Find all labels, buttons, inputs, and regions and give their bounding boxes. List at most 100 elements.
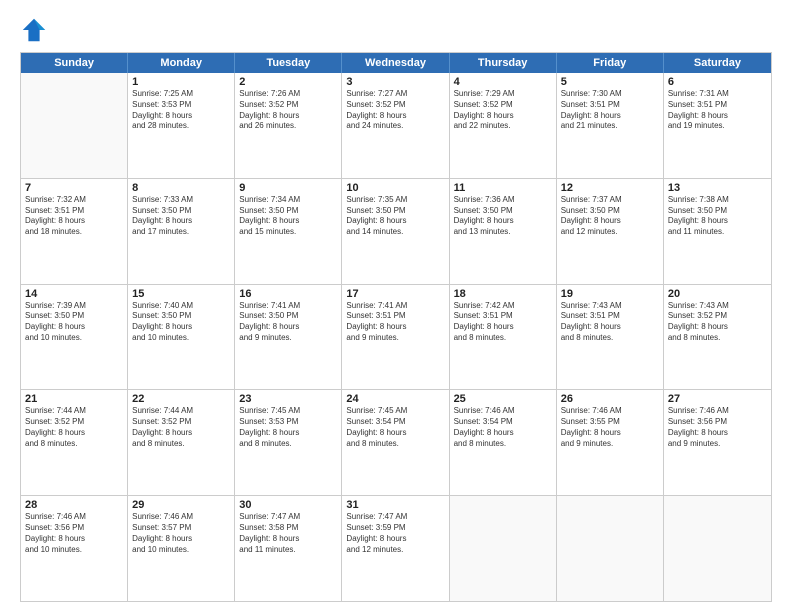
- day-info: Sunrise: 7:40 AM Sunset: 3:50 PM Dayligh…: [132, 301, 230, 344]
- calendar-row-3: 14Sunrise: 7:39 AM Sunset: 3:50 PM Dayli…: [21, 284, 771, 390]
- day-number: 4: [454, 76, 552, 88]
- day-info: Sunrise: 7:37 AM Sunset: 3:50 PM Dayligh…: [561, 195, 659, 238]
- day-info: Sunrise: 7:38 AM Sunset: 3:50 PM Dayligh…: [668, 195, 767, 238]
- day-info: Sunrise: 7:47 AM Sunset: 3:59 PM Dayligh…: [346, 512, 444, 555]
- day-info: Sunrise: 7:25 AM Sunset: 3:53 PM Dayligh…: [132, 89, 230, 132]
- day-info: Sunrise: 7:36 AM Sunset: 3:50 PM Dayligh…: [454, 195, 552, 238]
- calendar: SundayMondayTuesdayWednesdayThursdayFrid…: [20, 52, 772, 602]
- calendar-cell: 21Sunrise: 7:44 AM Sunset: 3:52 PM Dayli…: [21, 390, 128, 495]
- calendar-cell: 11Sunrise: 7:36 AM Sunset: 3:50 PM Dayli…: [450, 179, 557, 284]
- day-number: 23: [239, 393, 337, 405]
- header-day-monday: Monday: [128, 53, 235, 73]
- header-day-tuesday: Tuesday: [235, 53, 342, 73]
- calendar-cell: 29Sunrise: 7:46 AM Sunset: 3:57 PM Dayli…: [128, 496, 235, 601]
- calendar-cell: 23Sunrise: 7:45 AM Sunset: 3:53 PM Dayli…: [235, 390, 342, 495]
- calendar-cell: 1Sunrise: 7:25 AM Sunset: 3:53 PM Daylig…: [128, 73, 235, 178]
- header: [20, 16, 772, 44]
- calendar-cell: 18Sunrise: 7:42 AM Sunset: 3:51 PM Dayli…: [450, 285, 557, 390]
- day-info: Sunrise: 7:46 AM Sunset: 3:56 PM Dayligh…: [668, 406, 767, 449]
- day-number: 22: [132, 393, 230, 405]
- day-number: 8: [132, 182, 230, 194]
- calendar-cell: [664, 496, 771, 601]
- day-info: Sunrise: 7:27 AM Sunset: 3:52 PM Dayligh…: [346, 89, 444, 132]
- day-info: Sunrise: 7:43 AM Sunset: 3:52 PM Dayligh…: [668, 301, 767, 344]
- day-info: Sunrise: 7:26 AM Sunset: 3:52 PM Dayligh…: [239, 89, 337, 132]
- calendar-cell: 5Sunrise: 7:30 AM Sunset: 3:51 PM Daylig…: [557, 73, 664, 178]
- day-number: 27: [668, 393, 767, 405]
- header-day-wednesday: Wednesday: [342, 53, 449, 73]
- day-info: Sunrise: 7:46 AM Sunset: 3:56 PM Dayligh…: [25, 512, 123, 555]
- calendar-cell: 19Sunrise: 7:43 AM Sunset: 3:51 PM Dayli…: [557, 285, 664, 390]
- page: SundayMondayTuesdayWednesdayThursdayFrid…: [0, 0, 792, 612]
- header-day-friday: Friday: [557, 53, 664, 73]
- logo: [20, 16, 52, 44]
- day-number: 28: [25, 499, 123, 511]
- day-number: 24: [346, 393, 444, 405]
- day-number: 30: [239, 499, 337, 511]
- day-number: 31: [346, 499, 444, 511]
- calendar-cell: 14Sunrise: 7:39 AM Sunset: 3:50 PM Dayli…: [21, 285, 128, 390]
- day-info: Sunrise: 7:39 AM Sunset: 3:50 PM Dayligh…: [25, 301, 123, 344]
- day-info: Sunrise: 7:46 AM Sunset: 3:55 PM Dayligh…: [561, 406, 659, 449]
- calendar-cell: 30Sunrise: 7:47 AM Sunset: 3:58 PM Dayli…: [235, 496, 342, 601]
- calendar-cell: 12Sunrise: 7:37 AM Sunset: 3:50 PM Dayli…: [557, 179, 664, 284]
- calendar-cell: 10Sunrise: 7:35 AM Sunset: 3:50 PM Dayli…: [342, 179, 449, 284]
- day-info: Sunrise: 7:45 AM Sunset: 3:54 PM Dayligh…: [346, 406, 444, 449]
- day-number: 16: [239, 288, 337, 300]
- calendar-header: SundayMondayTuesdayWednesdayThursdayFrid…: [21, 53, 771, 73]
- day-info: Sunrise: 7:47 AM Sunset: 3:58 PM Dayligh…: [239, 512, 337, 555]
- day-number: 7: [25, 182, 123, 194]
- day-number: 12: [561, 182, 659, 194]
- calendar-row-1: 1Sunrise: 7:25 AM Sunset: 3:53 PM Daylig…: [21, 73, 771, 178]
- calendar-cell: 13Sunrise: 7:38 AM Sunset: 3:50 PM Dayli…: [664, 179, 771, 284]
- calendar-cell: [450, 496, 557, 601]
- day-number: 19: [561, 288, 659, 300]
- day-number: 9: [239, 182, 337, 194]
- day-info: Sunrise: 7:41 AM Sunset: 3:51 PM Dayligh…: [346, 301, 444, 344]
- header-day-thursday: Thursday: [450, 53, 557, 73]
- day-number: 3: [346, 76, 444, 88]
- calendar-cell: 2Sunrise: 7:26 AM Sunset: 3:52 PM Daylig…: [235, 73, 342, 178]
- day-info: Sunrise: 7:46 AM Sunset: 3:54 PM Dayligh…: [454, 406, 552, 449]
- day-info: Sunrise: 7:46 AM Sunset: 3:57 PM Dayligh…: [132, 512, 230, 555]
- day-number: 5: [561, 76, 659, 88]
- calendar-cell: 4Sunrise: 7:29 AM Sunset: 3:52 PM Daylig…: [450, 73, 557, 178]
- calendar-cell: 20Sunrise: 7:43 AM Sunset: 3:52 PM Dayli…: [664, 285, 771, 390]
- calendar-row-4: 21Sunrise: 7:44 AM Sunset: 3:52 PM Dayli…: [21, 389, 771, 495]
- day-number: 14: [25, 288, 123, 300]
- calendar-cell: 6Sunrise: 7:31 AM Sunset: 3:51 PM Daylig…: [664, 73, 771, 178]
- day-info: Sunrise: 7:31 AM Sunset: 3:51 PM Dayligh…: [668, 89, 767, 132]
- calendar-cell: 16Sunrise: 7:41 AM Sunset: 3:50 PM Dayli…: [235, 285, 342, 390]
- day-number: 6: [668, 76, 767, 88]
- calendar-cell: 15Sunrise: 7:40 AM Sunset: 3:50 PM Dayli…: [128, 285, 235, 390]
- day-number: 29: [132, 499, 230, 511]
- day-info: Sunrise: 7:33 AM Sunset: 3:50 PM Dayligh…: [132, 195, 230, 238]
- day-number: 10: [346, 182, 444, 194]
- day-number: 11: [454, 182, 552, 194]
- day-info: Sunrise: 7:44 AM Sunset: 3:52 PM Dayligh…: [25, 406, 123, 449]
- day-info: Sunrise: 7:35 AM Sunset: 3:50 PM Dayligh…: [346, 195, 444, 238]
- day-number: 26: [561, 393, 659, 405]
- calendar-cell: [557, 496, 664, 601]
- calendar-cell: 27Sunrise: 7:46 AM Sunset: 3:56 PM Dayli…: [664, 390, 771, 495]
- day-number: 1: [132, 76, 230, 88]
- day-number: 20: [668, 288, 767, 300]
- calendar-cell: 24Sunrise: 7:45 AM Sunset: 3:54 PM Dayli…: [342, 390, 449, 495]
- day-info: Sunrise: 7:45 AM Sunset: 3:53 PM Dayligh…: [239, 406, 337, 449]
- calendar-cell: 22Sunrise: 7:44 AM Sunset: 3:52 PM Dayli…: [128, 390, 235, 495]
- day-number: 15: [132, 288, 230, 300]
- calendar-body: 1Sunrise: 7:25 AM Sunset: 3:53 PM Daylig…: [21, 73, 771, 601]
- header-day-sunday: Sunday: [21, 53, 128, 73]
- day-number: 21: [25, 393, 123, 405]
- calendar-cell: 8Sunrise: 7:33 AM Sunset: 3:50 PM Daylig…: [128, 179, 235, 284]
- day-info: Sunrise: 7:43 AM Sunset: 3:51 PM Dayligh…: [561, 301, 659, 344]
- calendar-cell: [21, 73, 128, 178]
- day-info: Sunrise: 7:41 AM Sunset: 3:50 PM Dayligh…: [239, 301, 337, 344]
- day-number: 17: [346, 288, 444, 300]
- day-info: Sunrise: 7:29 AM Sunset: 3:52 PM Dayligh…: [454, 89, 552, 132]
- day-number: 25: [454, 393, 552, 405]
- calendar-cell: 7Sunrise: 7:32 AM Sunset: 3:51 PM Daylig…: [21, 179, 128, 284]
- day-info: Sunrise: 7:32 AM Sunset: 3:51 PM Dayligh…: [25, 195, 123, 238]
- calendar-cell: 9Sunrise: 7:34 AM Sunset: 3:50 PM Daylig…: [235, 179, 342, 284]
- day-info: Sunrise: 7:44 AM Sunset: 3:52 PM Dayligh…: [132, 406, 230, 449]
